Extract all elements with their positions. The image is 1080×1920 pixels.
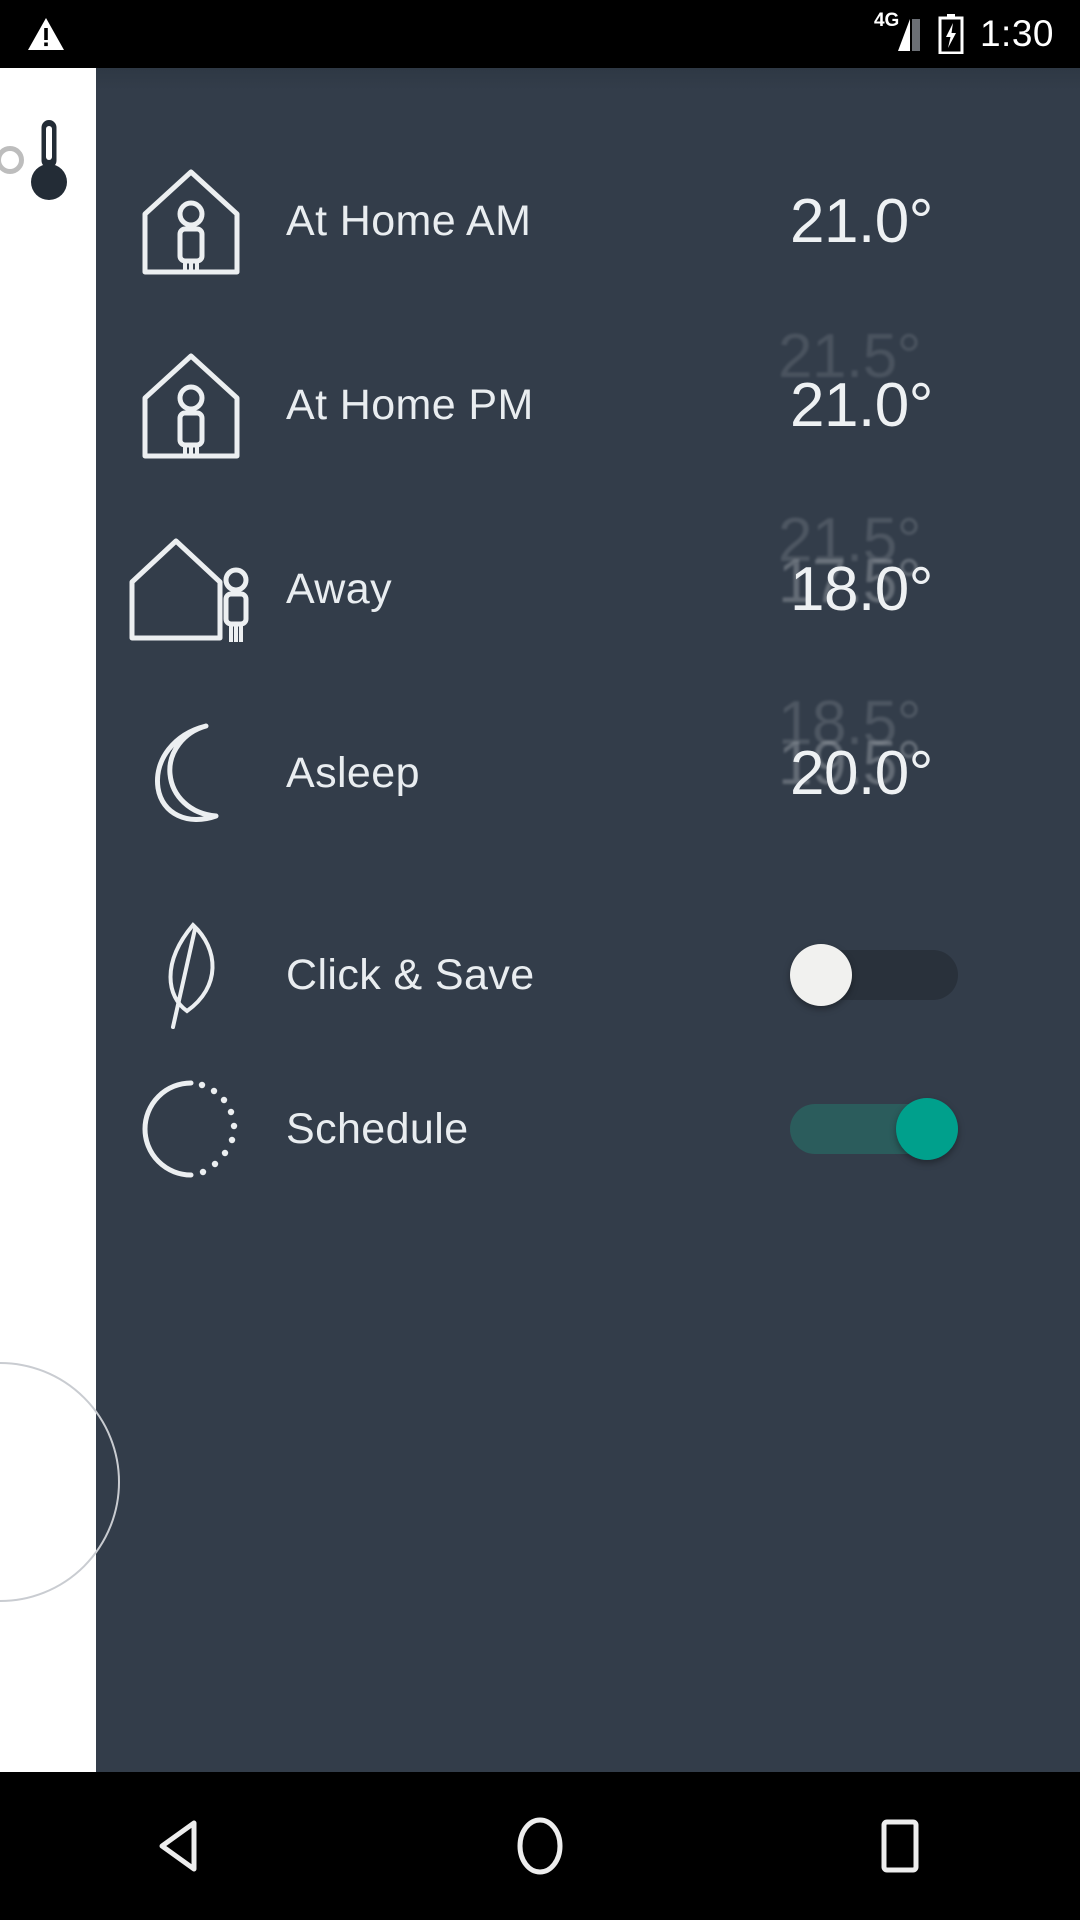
schedule-row-label: At Home PM (286, 380, 534, 429)
warning-triangle-icon (28, 18, 64, 50)
circle-handle-icon[interactable] (0, 146, 24, 174)
schedule-row-temperature[interactable]: 18.0° (780, 554, 1080, 625)
schedule-toggle-cell (780, 1098, 1080, 1160)
back-triangle-icon (159, 1820, 197, 1872)
home-circle-icon (517, 1817, 563, 1875)
schedule-row-label: At Home AM (286, 196, 532, 245)
status-bar-right: 4G 1:30 (874, 11, 1054, 55)
recents-square-icon (881, 1819, 919, 1873)
schedule-row-label: Asleep (286, 748, 420, 797)
schedule-row-temperature[interactable]: 21.0° (780, 370, 1080, 441)
dotted-circle-icon (96, 1077, 286, 1182)
left-rail[interactable] (0, 68, 120, 1772)
status-bar: 4G 1:30 (0, 0, 1080, 68)
toggle-knob (896, 1098, 958, 1160)
android-nav-bar (0, 1772, 1080, 1920)
schedule-row-label: Away (286, 564, 392, 613)
setting-row-label: Click & Save (286, 950, 535, 999)
network-type-label: 4G (873, 10, 900, 31)
nav-back-button[interactable] (90, 1772, 270, 1920)
setting-row-schedule[interactable]: Schedule (96, 1054, 1080, 1204)
crescent-moon-icon (96, 716, 286, 831)
setting-row-label: Schedule (286, 1104, 469, 1153)
leaf-icon (96, 915, 286, 1035)
schedule-row-temperature[interactable]: 21.0° (780, 186, 1080, 257)
schedule-row-at-home-am[interactable]: At Home AM 21.0° (96, 146, 1080, 296)
click-and-save-toggle[interactable] (790, 944, 958, 1006)
status-bar-left (26, 16, 66, 52)
toggle-knob (790, 944, 852, 1006)
thermometer-icon[interactable] (29, 116, 69, 206)
schedule-row-temperature[interactable]: 20.0° (780, 738, 1080, 809)
setting-row-click-and-save[interactable]: Click & Save (96, 900, 1080, 1050)
schedule-toggle[interactable] (790, 1098, 958, 1160)
schedule-panel: 21.5° 21.5° 17.5° 18.5° 19.5° At Home AM… (96, 68, 1080, 1772)
schedule-row-asleep[interactable]: Asleep 20.0° (96, 698, 1080, 848)
nav-home-button[interactable] (450, 1772, 630, 1920)
battery-charging-icon (938, 14, 964, 54)
nav-recents-button[interactable] (810, 1772, 990, 1920)
signal-icon: 4G (874, 11, 922, 53)
click-and-save-toggle-cell (780, 944, 1080, 1006)
schedule-row-away[interactable]: Away 18.0° (96, 514, 1080, 664)
panel-top-shade (96, 68, 1080, 90)
house-person-inside-icon (96, 164, 286, 279)
house-person-inside-icon (96, 348, 286, 463)
clock-label: 1:30 (979, 13, 1054, 54)
house-person-outside-icon (96, 532, 286, 647)
schedule-row-at-home-pm[interactable]: At Home PM 21.0° (96, 330, 1080, 480)
phone-screen: 4G 1:30 21.5° 21.5° 17.5° 18.5° 19.5° At… (0, 0, 1080, 1920)
